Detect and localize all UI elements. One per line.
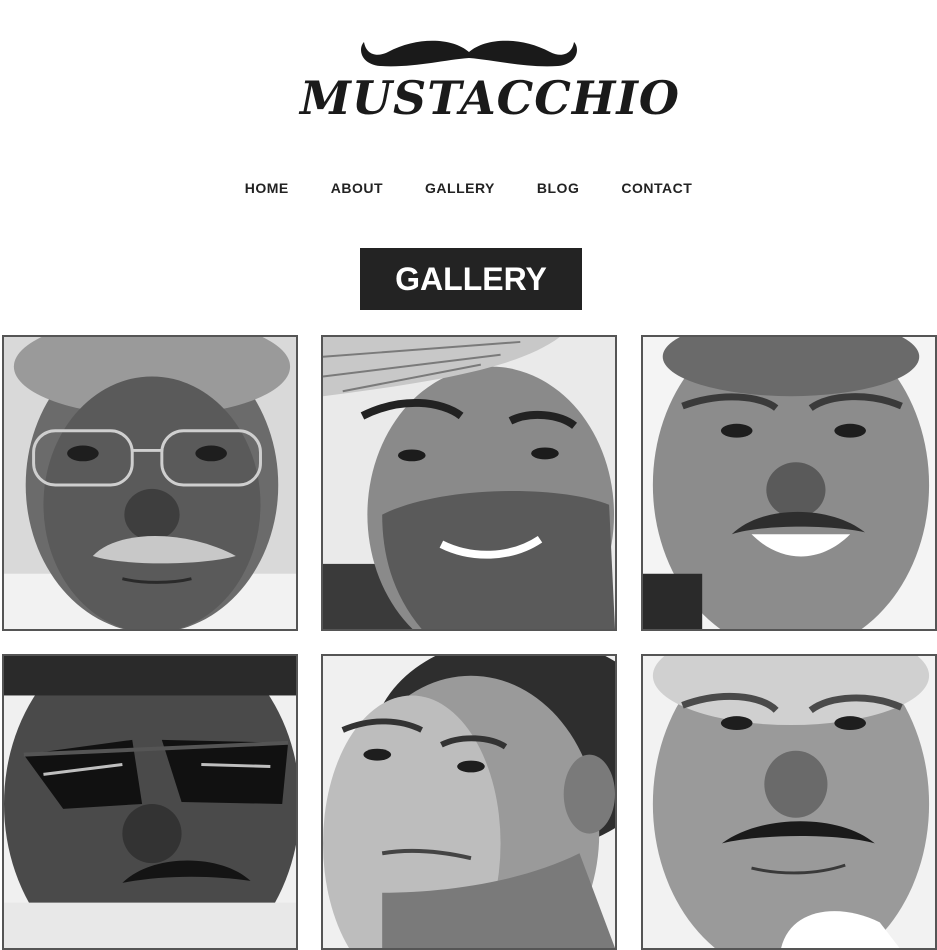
nav-item-gallery[interactable]: GALLERY [404, 178, 516, 200]
nav-item-home[interactable]: HOME [224, 178, 310, 200]
mustache-icon [361, 40, 577, 67]
main-nav: HOME ABOUT GALLERY BLOG CONTACT [0, 178, 937, 200]
portrait-image [643, 337, 935, 629]
gallery-photo-1[interactable] [2, 335, 298, 631]
brand-name: MUSTACCHIO [300, 71, 680, 125]
gallery-photo-3[interactable] [641, 335, 937, 631]
portrait-image [323, 337, 615, 629]
nav-item-contact[interactable]: CONTACT [600, 178, 713, 200]
gallery-grid [0, 335, 937, 950]
portrait-image [4, 656, 296, 948]
portrait-image [323, 656, 615, 948]
page-title: GALLERY [360, 248, 582, 310]
nav-item-about[interactable]: ABOUT [310, 178, 404, 200]
gallery-photo-4[interactable] [2, 654, 298, 950]
nav-item-blog[interactable]: BLOG [516, 178, 600, 200]
gallery-photo-5[interactable] [321, 654, 617, 950]
portrait-image [643, 656, 935, 948]
portrait-image [4, 337, 296, 629]
gallery-photo-2[interactable] [321, 335, 617, 631]
site-logo[interactable]: MUSTACCHIO [300, 30, 680, 130]
gallery-photo-6[interactable] [641, 654, 937, 950]
